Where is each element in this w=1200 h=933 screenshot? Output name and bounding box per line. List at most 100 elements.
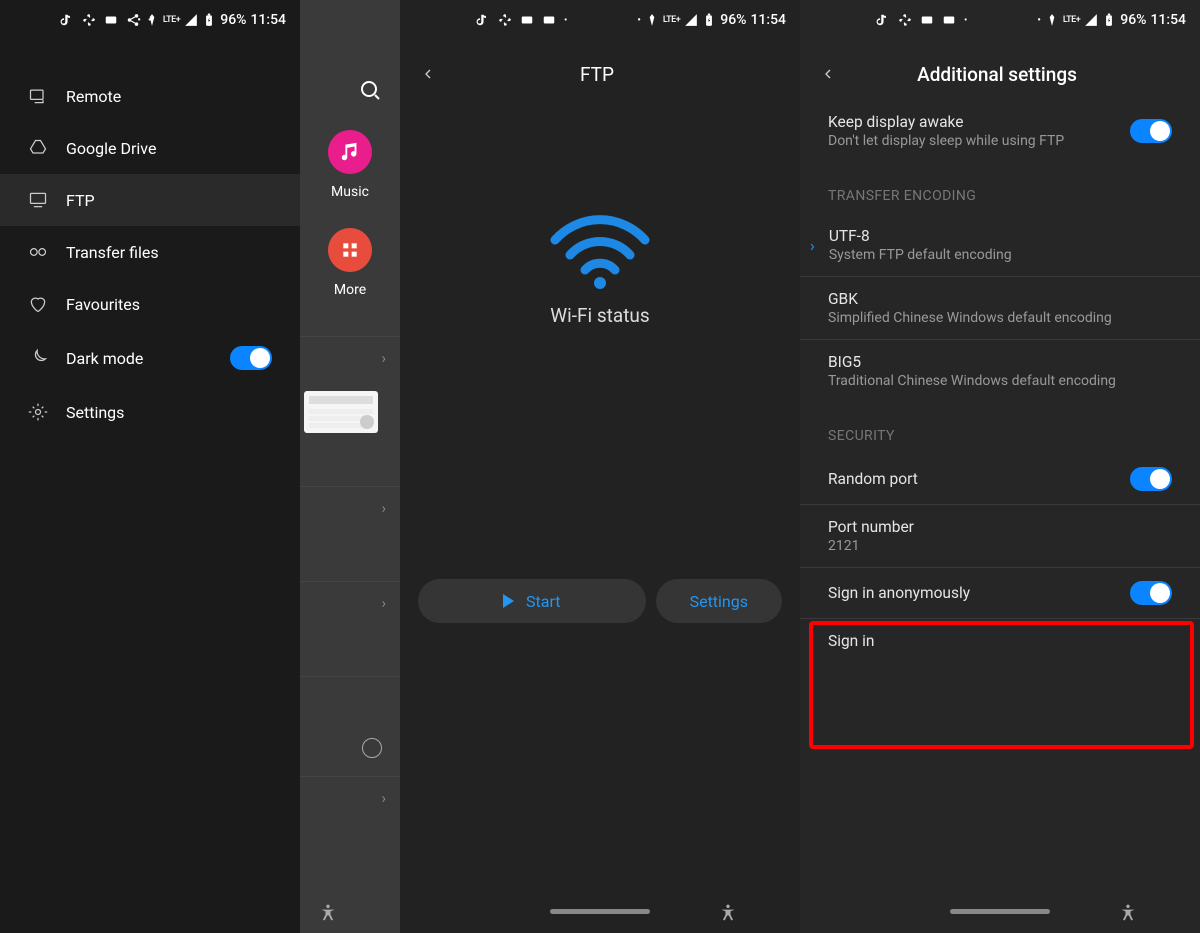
lte-label: LTE+ <box>1063 15 1080 25</box>
setting-title: BIG5 <box>828 353 1172 371</box>
back-icon[interactable] <box>420 66 436 82</box>
drawer-item-remote[interactable]: Remote <box>0 70 300 122</box>
keep-awake-toggle[interactable] <box>1130 119 1172 143</box>
search-icon[interactable] <box>358 78 382 102</box>
setting-title: GBK <box>828 290 1172 308</box>
status-bar: • • LTE+ 96% 11:54 <box>400 0 800 40</box>
remote-icon <box>28 86 48 106</box>
dot-icon: • <box>637 15 641 26</box>
page-title: FTP <box>436 63 758 86</box>
ftp-button-row: Start Settings <box>418 579 782 623</box>
sign-anon-toggle[interactable] <box>1130 581 1172 605</box>
tiktok-icon <box>876 13 890 27</box>
screen-additional-settings: • • LTE+ 96% 11:54 Additional settings K… <box>800 0 1200 933</box>
setting-title: Random port <box>828 470 1118 488</box>
settings-button[interactable]: Settings <box>656 579 782 623</box>
fan-icon <box>498 13 512 27</box>
drawer-list: Remote Google Drive FTP Transfer files F… <box>0 70 300 438</box>
setting-sign-in-anon[interactable]: Sign in anonymously <box>800 568 1200 619</box>
fan-icon <box>82 13 96 27</box>
list-item[interactable]: › <box>300 581 400 676</box>
dark-mode-toggle[interactable] <box>230 346 272 370</box>
dot-icon: • <box>964 15 967 26</box>
clock: 11:54 <box>750 12 786 28</box>
list-item[interactable]: › <box>300 336 400 486</box>
wifi-status-block: Wi-Fi status <box>400 210 800 327</box>
accessibility-icon[interactable] <box>1118 903 1138 923</box>
share-icon <box>126 13 140 27</box>
setting-title: Keep display awake <box>828 113 1118 131</box>
list-item[interactable]: › <box>300 486 400 581</box>
setting-sign-in[interactable]: Sign in <box>800 619 1200 663</box>
nav-bar <box>400 889 800 933</box>
setting-utf8[interactable]: › UTF-8 System FTP default encoding <box>800 214 1200 277</box>
battery-pct: 96% <box>1120 12 1146 28</box>
setting-subtitle: 2121 <box>828 538 1172 554</box>
setting-subtitle: Simplified Chinese Windows default encod… <box>828 310 1172 326</box>
drawer-label: Favourites <box>66 295 272 314</box>
accessibility-icon[interactable] <box>318 903 338 923</box>
battery-icon <box>1102 13 1116 27</box>
battery-pct: 96% <box>720 12 746 28</box>
start-button[interactable]: Start <box>418 579 646 623</box>
setting-title: Sign in anonymously <box>828 584 1118 602</box>
accessibility-icon[interactable] <box>718 903 738 923</box>
news-icon <box>520 13 534 27</box>
home-pill[interactable] <box>550 909 650 914</box>
dot-icon: • <box>564 15 567 26</box>
status-bar: • • LTE+ 96% 11:54 <box>800 0 1200 40</box>
moon-icon <box>28 348 48 368</box>
setting-big5[interactable]: BIG5 Traditional Chinese Windows default… <box>800 340 1200 402</box>
news-icon <box>920 13 934 27</box>
wifi-status-label: Wi-Fi status <box>550 304 649 327</box>
wifi-icon <box>545 210 655 290</box>
setting-port-number[interactable]: Port number 2121 <box>800 505 1200 568</box>
drawer-label: Transfer files <box>66 243 272 262</box>
drawer-label: Google Drive <box>66 139 272 158</box>
music-label: Music <box>331 184 369 200</box>
settings-label: Settings <box>690 592 748 611</box>
drawer-item-gdrive[interactable]: Google Drive <box>0 122 300 174</box>
home-pill[interactable] <box>950 909 1050 914</box>
partial-main-panel: Music More › › › › <box>300 0 400 933</box>
list-item[interactable]: › <box>300 776 400 871</box>
drawer-item-dark-mode[interactable]: Dark mode <box>0 330 300 386</box>
gear-icon <box>28 402 48 422</box>
battery-icon <box>702 13 716 27</box>
drawer-item-transfer[interactable]: Transfer files <box>0 226 300 278</box>
play-icon <box>503 594 514 608</box>
nav-bar <box>800 889 1200 933</box>
setting-random-port[interactable]: Random port <box>800 454 1200 505</box>
setting-keep-awake[interactable]: Keep display awake Don't let display sle… <box>800 100 1200 162</box>
random-port-toggle[interactable] <box>1130 467 1172 491</box>
back-icon[interactable] <box>820 66 836 82</box>
drawer-item-settings[interactable]: Settings <box>0 386 300 438</box>
signal-icon <box>184 13 198 27</box>
tiktok-icon <box>476 13 490 27</box>
fan-icon <box>898 13 912 27</box>
news-icon <box>104 13 118 27</box>
nav-drawer: • • LTE+ 96% 11:54 Remote Google Drive <box>0 0 300 933</box>
setting-subtitle: Traditional Chinese Windows default enco… <box>828 373 1172 389</box>
screen-ftp: • • LTE+ 96% 11:54 FTP Wi-Fi status Star… <box>400 0 800 933</box>
diamond-icon <box>645 13 659 27</box>
drawer-item-favourites[interactable]: Favourites <box>0 278 300 330</box>
thumbnail <box>304 391 378 433</box>
more-category[interactable] <box>328 228 372 272</box>
list-item[interactable] <box>300 676 400 776</box>
selected-check-icon: › <box>810 236 815 255</box>
chevron-right-icon: › <box>381 349 386 367</box>
drawer-item-ftp[interactable]: FTP <box>0 174 300 226</box>
setting-gbk[interactable]: GBK Simplified Chinese Windows default e… <box>800 277 1200 340</box>
more-label: More <box>334 282 366 298</box>
drawer-label: Remote <box>66 87 272 106</box>
chevron-right-icon: › <box>381 594 386 612</box>
page-title: Additional settings <box>836 63 1158 86</box>
music-category[interactable] <box>328 130 372 174</box>
dot-icon: • <box>1037 15 1041 26</box>
battery-pct: 96% <box>220 12 246 28</box>
radio-ring-icon <box>362 738 382 758</box>
drawer-label: FTP <box>66 191 272 210</box>
setting-title: Port number <box>828 518 1172 536</box>
signal-icon <box>1084 13 1098 27</box>
